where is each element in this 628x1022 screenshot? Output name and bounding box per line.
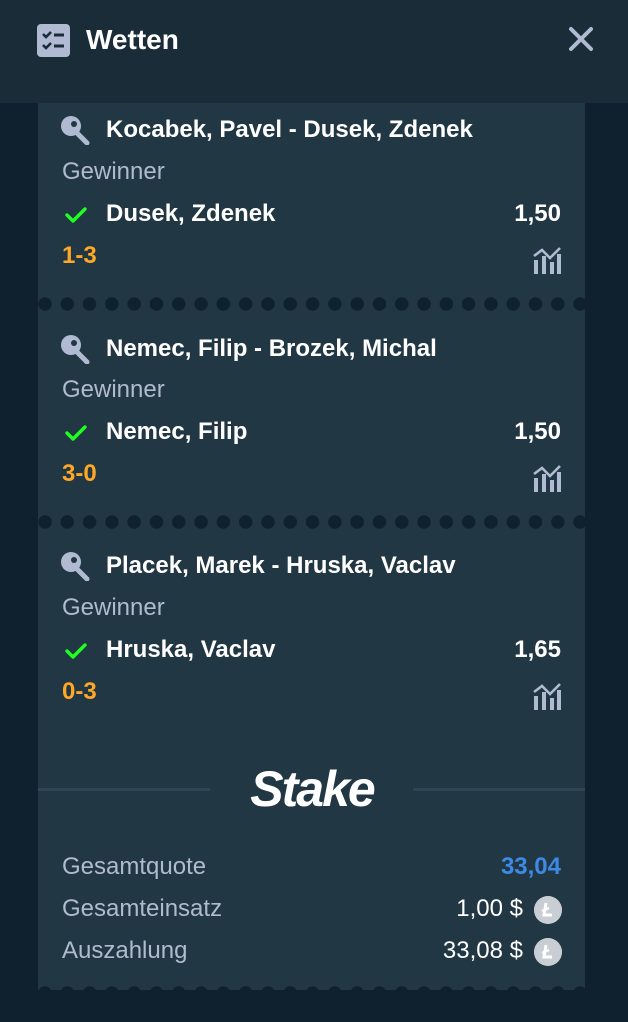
brand-divider-right	[413, 788, 585, 791]
total-odds-label: Gesamtquote	[62, 853, 207, 880]
match-score: 3-0	[62, 460, 97, 487]
divider	[38, 295, 585, 313]
litecoin-icon	[534, 896, 562, 924]
payout-label: Auszahlung	[62, 937, 188, 964]
header: Wetten	[0, 0, 628, 103]
selection-name: Dusek, Zdenek	[106, 200, 276, 227]
divider	[38, 513, 585, 531]
selection-name: Hruska, Vaclav	[106, 636, 276, 663]
selection-odds: 1,50	[514, 200, 561, 227]
brand-divider-left	[38, 788, 210, 791]
close-icon[interactable]	[566, 24, 596, 54]
check-icon	[65, 643, 87, 659]
match-score: 0-3	[62, 678, 97, 705]
total-odds-value: 33,04	[500, 853, 561, 880]
match-title: Placek, Marek - Hruska, Vaclav	[106, 552, 456, 579]
market-label: Gewinner	[62, 376, 165, 403]
page-title: Wetten	[86, 24, 179, 55]
stats-icon[interactable]	[532, 246, 562, 276]
bet-slip-card: Kocabek, Pavel - Dusek, Zdenek Gewinner …	[38, 103, 585, 990]
stats-icon[interactable]	[532, 464, 562, 494]
table-tennis-icon	[61, 116, 90, 145]
payout-value: 33,08 $	[442, 937, 523, 964]
total-stake-label: Gesamteinsatz	[62, 895, 223, 922]
match-title: Kocabek, Pavel - Dusek, Zdenek	[106, 116, 473, 143]
selection-odds: 1,50	[514, 418, 561, 445]
table-tennis-icon	[61, 552, 90, 581]
market-label: Gewinner	[62, 158, 165, 185]
selection-odds: 1,65	[514, 636, 561, 663]
card-bottom-edge	[38, 984, 585, 1002]
litecoin-icon	[534, 938, 562, 966]
stake-logo-text: Stake	[250, 761, 375, 817]
selection-name: Nemec, Filip	[106, 418, 248, 445]
table-tennis-icon	[61, 335, 90, 364]
stake-logo: Stake	[250, 761, 377, 817]
total-stake-value: 1,00 $	[456, 895, 523, 922]
check-icon	[65, 425, 87, 441]
stats-icon[interactable]	[532, 682, 562, 712]
check-icon	[65, 207, 87, 223]
betslip-icon	[37, 24, 70, 57]
market-label: Gewinner	[62, 594, 165, 621]
match-score: 1-3	[62, 242, 97, 269]
match-title: Nemec, Filip - Brozek, Michal	[106, 335, 437, 362]
